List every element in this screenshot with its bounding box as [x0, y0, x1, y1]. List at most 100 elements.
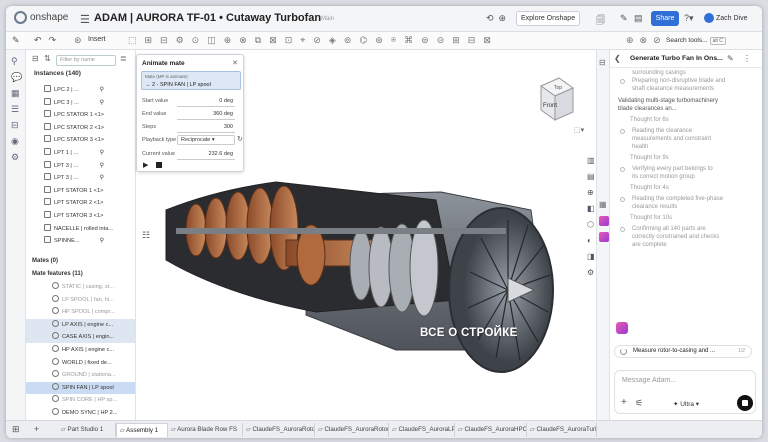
- document-tab[interactable]: ▱ ClaudeFS_AuroraLPC: [389, 423, 455, 437]
- section-icon[interactable]: ◧: [587, 204, 595, 213]
- tree-instance-row[interactable]: LPC 2 | ... ⚲: [26, 84, 135, 96]
- send-button[interactable]: [737, 395, 753, 411]
- ai-app-icon[interactable]: [599, 216, 609, 226]
- tree-instance-row[interactable]: LPT STATOR 1 <1>: [26, 185, 135, 197]
- undo-redo-icons[interactable]: ↶↷: [34, 35, 63, 46]
- sketch-icon[interactable]: ▥: [587, 156, 595, 165]
- tree-instance-row[interactable]: LPT 3 | ... ⚲: [26, 160, 135, 172]
- thought-duration[interactable]: Thought for 6s: [630, 117, 669, 125]
- bom-icon[interactable]: ☰: [11, 104, 19, 115]
- view-cube[interactable]: Front Top: [533, 74, 577, 130]
- user-menu[interactable]: Zach Dive: [704, 13, 748, 23]
- document-tab[interactable]: ▱ ClaudeFS_AuroraHPC: [455, 423, 527, 437]
- play-icon[interactable]: ▶: [143, 161, 148, 169]
- settings-icon[interactable]: ⚙: [587, 268, 594, 277]
- help-icon[interactable]: ?▾: [684, 13, 694, 24]
- search-tools[interactable]: Search tools... alt C: [666, 35, 746, 47]
- versions-icon[interactable]: ✎: [620, 13, 628, 24]
- tree-instance-row[interactable]: LPC 3 | ... ⚲: [26, 97, 135, 109]
- playback-select[interactable]: Reciprocate ▾: [177, 135, 235, 145]
- mate-features-header[interactable]: Mate features (11): [32, 271, 83, 277]
- assembly-tools[interactable]: ⬚⊞⊟⚙⊙◫⊕⊗⧉⊠⊡⌖⊘◈⊚⌬⊛⍟⌘⊜⊝⊞⊟⊠: [128, 35, 548, 46]
- end-value-input[interactable]: 360 deg: [213, 111, 233, 117]
- header-tools[interactable]: ⟲⊕: [486, 13, 511, 24]
- tree-instance-row[interactable]: LPT STATOR 3 <1>: [26, 210, 135, 222]
- mates-header[interactable]: Mates (0): [32, 258, 58, 264]
- animation-icon[interactable]: ◨: [587, 252, 595, 261]
- view-options-icon[interactable]: ⬚▾: [574, 126, 584, 134]
- branch-label[interactable]: Main: [321, 16, 334, 22]
- tree-instance-row[interactable]: LPT STATOR 2 <1>: [26, 197, 135, 209]
- stop-icon[interactable]: [156, 162, 162, 168]
- measure-icon[interactable]: ⊕: [587, 188, 594, 197]
- document-tab[interactable]: ▱ ClaudeFS_AuroraRotor...: [243, 423, 315, 437]
- model-select[interactable]: ✦ Ultra ▾: [673, 400, 699, 408]
- insert-button[interactable]: Insert: [88, 36, 106, 43]
- mate-feature-row[interactable]: HP SPOOL | compr...: [26, 306, 135, 318]
- document-title[interactable]: ADAM | AURORA TF-01 • Cutaway Turbofan: [94, 12, 321, 24]
- tree-instance-row[interactable]: LPC STATOR 3 <1>: [26, 134, 135, 146]
- document-tab[interactable]: ▱ Aurora Blade Row FS: [168, 423, 243, 437]
- steps-input[interactable]: 300: [224, 124, 233, 130]
- onshape-logo[interactable]: onshape: [14, 11, 68, 24]
- render-icon[interactable]: ◐: [587, 236, 592, 245]
- start-value-input[interactable]: 0 deg: [219, 98, 233, 104]
- chat-back-icon[interactable]: ❮: [614, 54, 621, 63]
- message-composer[interactable]: Message Adam... + ⚟ ✦ Ultra ▾: [614, 370, 756, 414]
- tree-instance-row[interactable]: LPT 3 | ... ⚲: [26, 172, 135, 184]
- mate-feature-row[interactable]: WORLD | fixed de...: [26, 357, 135, 369]
- list-icon[interactable]: ☷: [142, 230, 150, 241]
- thought-duration[interactable]: Thought for 9s: [630, 155, 669, 163]
- tools-icon[interactable]: ⚟: [635, 398, 643, 409]
- status-pill[interactable]: Measure rotor-to-casing and ... 1/2: [614, 345, 752, 358]
- tree-instance-row[interactable]: LPC STATOR 1 <1>: [26, 109, 135, 121]
- filter-icon[interactable]: ⚲: [11, 56, 18, 67]
- mate-feature-row[interactable]: LP AXIS | engine c...: [26, 318, 135, 331]
- tree-filter-input[interactable]: Filter by name: [56, 55, 116, 66]
- mate-feature-row[interactable]: SPIN CORE | HP sp...: [26, 394, 135, 406]
- mate-feature-row[interactable]: HP AXIS | engine c...: [26, 344, 135, 356]
- properties-icon[interactable]: ▦: [11, 88, 20, 99]
- message-input[interactable]: Message Adam...: [622, 377, 676, 384]
- thought-duration[interactable]: Thought for 10s: [630, 215, 672, 223]
- share-button[interactable]: Share: [651, 11, 679, 26]
- tool-icon[interactable]: ▤: [587, 172, 595, 181]
- tree-sort-icon[interactable]: ⇅: [44, 54, 51, 63]
- mate-feature-row[interactable]: STATIC | casing, st...: [26, 281, 135, 293]
- document-tab[interactable]: ▱ Part Studio 1: [58, 423, 116, 437]
- more-icon[interactable]: ⋮: [743, 54, 751, 63]
- mate-feature-row[interactable]: GROUND | stationa...: [26, 369, 135, 381]
- tree-instance-row[interactable]: NACELLE | rolled inta...: [26, 223, 135, 235]
- tab-menu-icon[interactable]: ⊞: [12, 424, 20, 435]
- mate-feature-row[interactable]: SPIN FAN | LP spool: [26, 381, 135, 394]
- mate-selection-field[interactable]: Mate (MP is animate) → 2 - SPIN FAN | LP…: [141, 71, 241, 90]
- explode-icon[interactable]: ⬡: [587, 220, 594, 229]
- thought-duration[interactable]: Thought for 4s: [630, 185, 669, 193]
- display-icon[interactable]: ⊟: [11, 120, 19, 131]
- refresh-icon[interactable]: ↻: [237, 135, 243, 143]
- attach-icon[interactable]: +: [621, 397, 627, 408]
- tree-options-icon[interactable]: ≣: [120, 54, 127, 63]
- notification-icon[interactable]: 🗐: [596, 13, 605, 29]
- panel-icon[interactable]: ▦: [599, 200, 607, 209]
- instances-header[interactable]: Instances (140): [34, 70, 81, 77]
- apps-icon[interactable]: ⊟: [599, 58, 606, 67]
- doc-menu-icon[interactable]: ▤: [634, 13, 643, 24]
- config-icon[interactable]: ⊛: [74, 35, 82, 46]
- close-icon[interactable]: ✕: [232, 59, 238, 67]
- comments-icon[interactable]: 💬: [11, 72, 22, 83]
- tree-instance-row[interactable]: LPT 1 | ... ⚲: [26, 147, 135, 159]
- mate-feature-row[interactable]: CASE AXIS | engin...: [26, 331, 135, 344]
- mate-feature-row[interactable]: LP SPOOL | fan, hi...: [26, 294, 135, 306]
- document-tab[interactable]: ▱ ClaudeFS_AuroraRotor...: [315, 423, 389, 437]
- menu-icon[interactable]: ☰: [80, 13, 90, 26]
- tab-assembly-active[interactable]: ▱ Assembly 1: [116, 423, 168, 437]
- mate-feature-row[interactable]: DEMO SYNC | HP 2...: [26, 407, 135, 419]
- tree-filter-icon[interactable]: ⊟: [32, 54, 39, 63]
- add-tab-icon[interactable]: +: [34, 424, 39, 434]
- explore-button[interactable]: Explore Onshape: [516, 11, 581, 26]
- new-chat-icon[interactable]: ✎: [727, 54, 734, 63]
- edit-icon[interactable]: ✎: [12, 35, 20, 46]
- ai-app-icon-2[interactable]: [599, 232, 609, 242]
- tree-instance-row[interactable]: LPC STATOR 2 <1>: [26, 122, 135, 134]
